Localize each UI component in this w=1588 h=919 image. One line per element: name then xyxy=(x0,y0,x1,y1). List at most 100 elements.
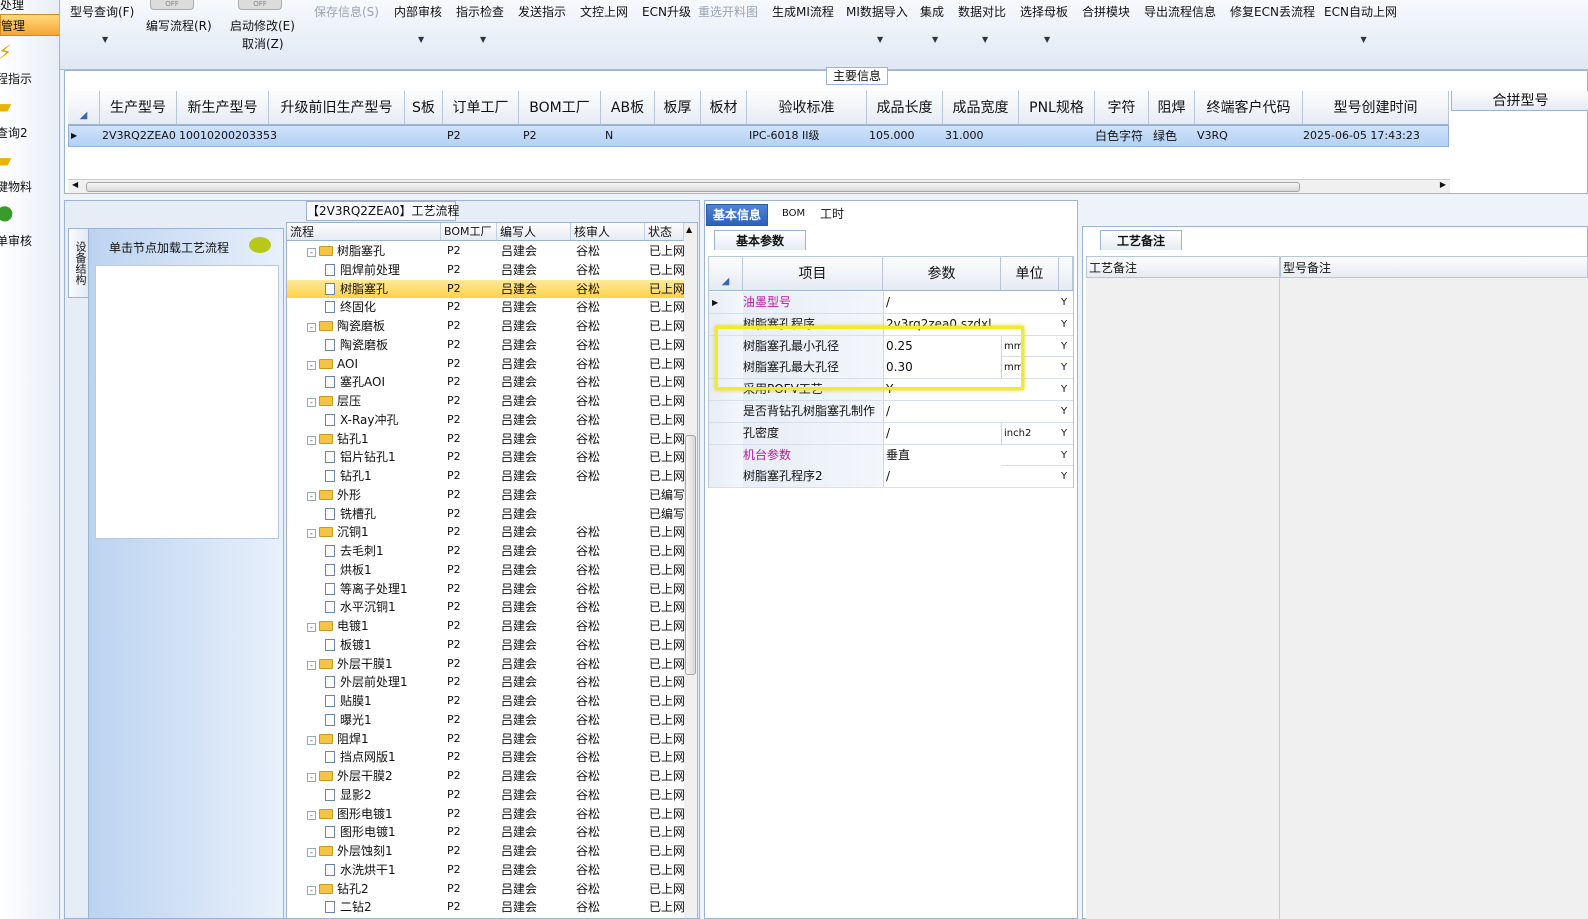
integrate-button[interactable]: 集成 ▼ xyxy=(920,3,944,44)
param-value[interactable]: / xyxy=(883,422,1001,444)
process-remarks-text[interactable] xyxy=(1086,278,1280,919)
column-header[interactable]: BOM工厂 xyxy=(441,223,497,241)
nav-item-query2[interactable]: 查询2 xyxy=(0,124,28,141)
tree-node[interactable]: - 钻孔2 xyxy=(307,880,369,900)
tree-node[interactable]: - 树脂塞孔 xyxy=(307,242,385,262)
toggle-switch[interactable]: OFF xyxy=(150,0,194,10)
tree-node[interactable]: - 陶瓷磨板 xyxy=(307,317,385,337)
tree-row[interactable]: - 外层蚀刻1 P2 吕建会 谷松 已上网 xyxy=(287,842,684,861)
scrollbar-thumb[interactable] xyxy=(86,182,1300,192)
tree-node[interactable]: 外层前处理1 xyxy=(325,673,408,693)
tree-row[interactable]: 钻孔1 P2 吕建会 谷松 已上网 xyxy=(287,467,684,486)
tree-node[interactable]: 挡点网版1 xyxy=(325,748,396,768)
tree-node[interactable]: 二钻2 xyxy=(325,898,372,918)
cell-acceptance-standard[interactable]: IPC-6018 II级 xyxy=(749,125,820,147)
tree-row[interactable]: - 钻孔1 P2 吕建会 谷松 已上网 xyxy=(287,430,684,449)
tab-process-remarks[interactable]: 工艺备注 xyxy=(1100,230,1182,250)
tree-row[interactable]: - 阻焊1 P2 吕建会 谷松 已上网 xyxy=(287,730,684,749)
tree-node[interactable]: 去毛刺1 xyxy=(325,542,384,562)
param-value[interactable]: / xyxy=(883,401,1001,422)
tree-row[interactable]: - 图形电镀1 P2 吕建会 谷松 已上网 xyxy=(287,805,684,824)
tree-row[interactable]: 图形电镀1 P2 吕建会 谷松 已上网 xyxy=(287,823,684,842)
doc-control-online-button[interactable]: 文控上网 xyxy=(580,3,628,20)
tree-row[interactable]: 水平沉铜1 P2 吕建会 谷松 已上网 xyxy=(287,598,684,617)
tree-row[interactable]: 显影2 P2 吕建会 谷松 已上网 xyxy=(287,786,684,805)
column-header[interactable]: 型号创建时间 xyxy=(1303,91,1449,125)
collapse-icon[interactable]: - xyxy=(307,248,316,257)
collapse-icon[interactable]: - xyxy=(307,323,316,332)
param-value[interactable]: / xyxy=(883,466,1001,488)
write-flow-button[interactable]: 编写流程(R) xyxy=(146,17,212,34)
tree-node[interactable]: - 图形电镀1 xyxy=(307,805,393,825)
collapse-icon[interactable]: - xyxy=(307,773,316,782)
tab-work-hours[interactable]: 工时 xyxy=(814,204,850,226)
tree-row[interactable]: - 电镀1 P2 吕建会 谷松 已上网 xyxy=(287,617,684,636)
column-header[interactable]: 参数 xyxy=(883,257,1001,291)
tree-node[interactable]: 铝片钻孔1 xyxy=(325,448,396,468)
cell-length[interactable]: 105.000 xyxy=(869,125,915,147)
column-header[interactable]: 升级前旧生产型号 xyxy=(269,91,405,125)
tree-row[interactable]: 外层前处理1 P2 吕建会 谷松 已上网 xyxy=(287,673,684,692)
tree-row[interactable]: 曝光1 P2 吕建会 谷松 已上网 xyxy=(287,711,684,730)
toggle-switch[interactable]: OFF xyxy=(238,0,282,10)
tree-row[interactable]: 二钻2 P2 吕建会 谷松 已上网 xyxy=(287,898,684,917)
tree-node[interactable]: - 电镀1 xyxy=(307,617,369,637)
tree-node[interactable]: 树脂塞孔 xyxy=(325,280,388,300)
tree-row[interactable]: 终固化 P2 吕建会 谷松 已上网 xyxy=(287,298,684,317)
tree-row[interactable]: 板镀1 P2 吕建会 谷松 已上网 xyxy=(287,636,684,655)
tree-row[interactable]: - 陶瓷磨板 P2 吕建会 谷松 已上网 xyxy=(287,317,684,336)
column-header[interactable]: 终端客户代码 xyxy=(1195,91,1303,125)
cell-customer-code[interactable]: V3RQ xyxy=(1197,125,1228,147)
nav-item-process[interactable]: 程指示 xyxy=(0,70,32,87)
tree-row[interactable]: 塞孔AOI P2 吕建会 谷松 已上网 xyxy=(287,373,684,392)
scrollbar-thumb[interactable] xyxy=(685,435,696,675)
merge-module-button[interactable]: 合拼模块 xyxy=(1082,3,1130,20)
save-info-button[interactable]: 保存信息(S) xyxy=(314,3,379,20)
reselect-cutting-button[interactable]: 重选开料图 xyxy=(698,3,758,20)
tree-node[interactable]: 图形电镀1 xyxy=(325,823,396,843)
column-header[interactable]: 项目 xyxy=(743,257,883,291)
tree-row[interactable]: 阻焊前处理 P2 吕建会 谷松 已上网 xyxy=(287,261,684,280)
tree-row[interactable]: - 外形 P2 吕建会 已编写 xyxy=(287,486,684,505)
export-flow-info-button[interactable]: 导出流程信息 xyxy=(1144,3,1216,20)
tree-node[interactable]: 塞孔AOI xyxy=(325,373,385,393)
vertical-scrollbar[interactable]: ▲ xyxy=(684,223,697,918)
tree-node[interactable]: 钻孔1 xyxy=(325,467,372,487)
tree-node[interactable]: - 外形 xyxy=(307,486,361,506)
tree-row[interactable]: 水洗烘干1 P2 吕建会 谷松 已上网 xyxy=(287,861,684,880)
collapse-icon[interactable]: - xyxy=(307,435,316,445)
collapse-icon[interactable]: - xyxy=(307,529,316,539)
tree-row[interactable]: - AOI P2 吕建会 谷松 已上网 xyxy=(287,355,684,374)
column-header[interactable]: 单位 xyxy=(1001,257,1059,291)
column-header[interactable]: BOM工厂 xyxy=(519,91,601,125)
column-header[interactable]: 字符 xyxy=(1095,91,1149,125)
param-row[interactable]: 是否背钻孔树脂塞孔制作 / Y xyxy=(709,401,1073,423)
column-header[interactable]: 验收标准 xyxy=(747,91,867,125)
param-value[interactable]: / xyxy=(883,292,1001,313)
tree-node[interactable]: - 钻孔1 xyxy=(307,430,369,450)
tree-node[interactable]: 板镀1 xyxy=(325,636,372,656)
tree-node[interactable]: 贴膜1 xyxy=(325,692,372,712)
cell-char[interactable]: 白色字符 xyxy=(1095,125,1143,147)
tree-node[interactable]: 显影2 xyxy=(325,786,372,806)
side-list-box[interactable] xyxy=(95,265,279,539)
collapse-icon[interactable]: - xyxy=(307,885,316,895)
tree-node[interactable]: 终固化 xyxy=(325,298,376,318)
column-header[interactable]: 流程 xyxy=(287,223,441,241)
equipment-structure-tab[interactable]: 设备结构 xyxy=(68,228,90,298)
column-header[interactable]: AB板 xyxy=(601,91,655,125)
scroll-right-icon[interactable]: ▶ xyxy=(1440,180,1446,189)
collapse-icon[interactable]: - xyxy=(307,360,316,370)
ecn-auto-online-button[interactable]: ECN自动上网 ▼ xyxy=(1324,3,1397,44)
send-instruction-button[interactable]: 发送指示 xyxy=(518,3,566,20)
scroll-left-icon[interactable]: ◀ xyxy=(72,180,78,189)
repair-ecn-flow-button[interactable]: 修复ECN丢流程 xyxy=(1230,3,1315,20)
nav-item-review[interactable]: 单审核 xyxy=(0,232,32,249)
cell-order-factory[interactable]: P2 xyxy=(447,125,461,147)
column-header[interactable]: 新生产型号 xyxy=(177,91,269,125)
tree-node[interactable]: - AOI xyxy=(307,355,358,375)
column-header[interactable]: 编写人 xyxy=(497,223,571,241)
cell-created-time[interactable]: 2025-06-05 17:43:23 xyxy=(1303,125,1420,147)
column-header[interactable]: 成品长度 xyxy=(867,91,943,125)
tree-node[interactable]: - 外层蚀刻1 xyxy=(307,842,393,862)
